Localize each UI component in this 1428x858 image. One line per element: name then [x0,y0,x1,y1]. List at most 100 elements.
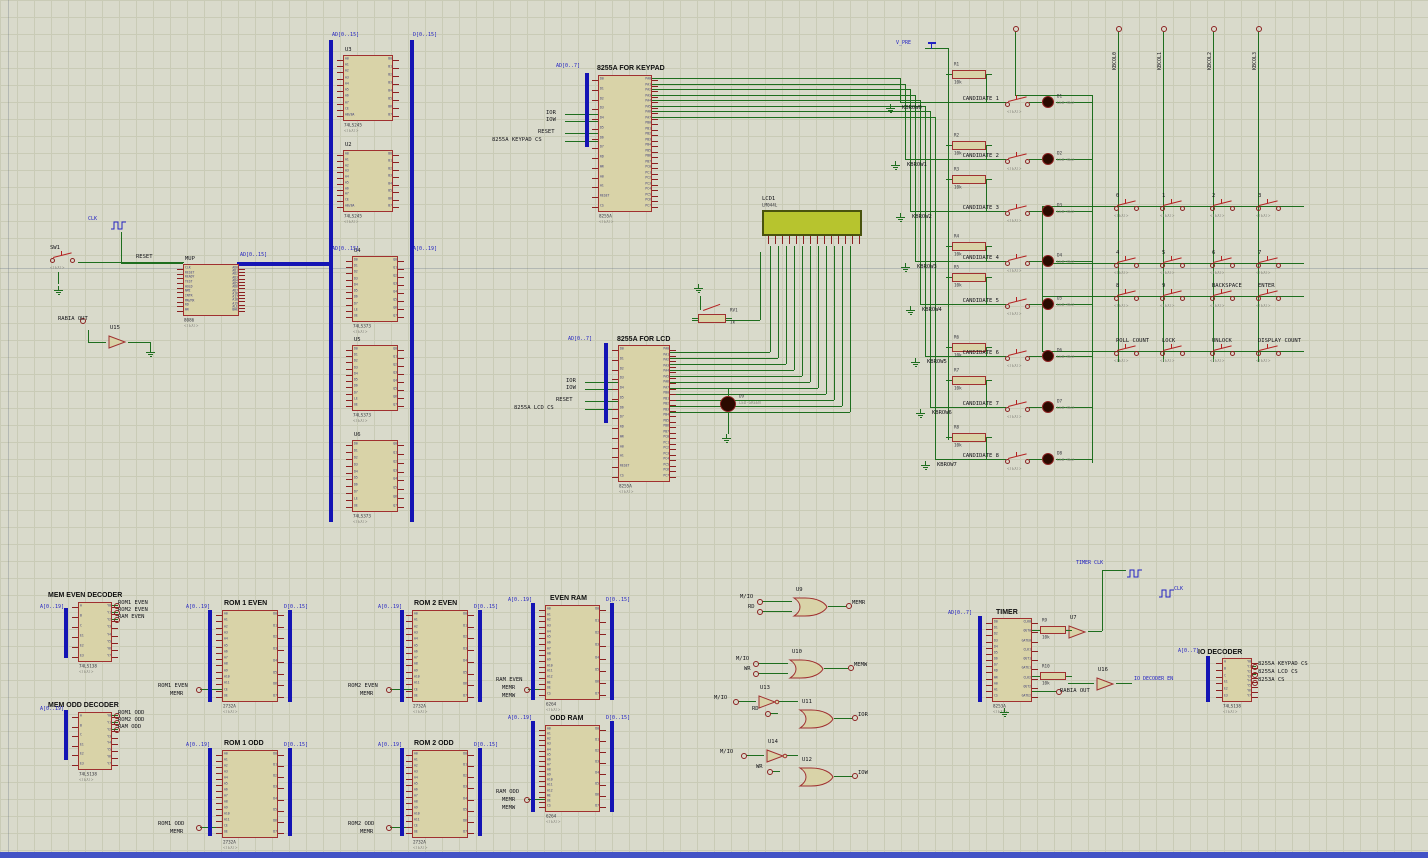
pin-label: CE [224,688,228,692]
led-D3[interactable] [1042,205,1054,217]
led-D5[interactable] [1042,298,1054,310]
clock-icon[interactable] [1126,564,1143,583]
pin-label: Q1 [393,355,397,359]
pin-label: CE [414,824,418,828]
wire [920,100,921,304]
pin-stub [670,394,676,395]
net-label: D[0..15] [606,715,631,721]
wire [670,394,826,395]
gate-U9[interactable] [792,596,828,622]
pin-stub [468,800,474,801]
pin-label: A3 [224,631,228,635]
pin-label: D1 [354,264,358,268]
resistor-R4[interactable] [952,242,986,251]
potentiometer-RV1[interactable] [698,314,726,323]
lcd-pin [831,236,832,244]
resistor-R10[interactable] [1040,672,1066,680]
pin-stub [346,298,352,299]
lcd-display[interactable] [762,210,862,236]
wire [925,356,1006,357]
button-stub [1016,452,1017,456]
pin-stub [539,807,545,808]
pin-stub [670,378,676,379]
resistor-R5[interactable] [952,273,986,282]
led-D4[interactable] [1042,255,1054,267]
pin-label: D1 [354,353,358,357]
led-D7[interactable] [1042,401,1054,413]
pin-label: D5 [463,671,467,675]
pin-stub [539,786,545,787]
pin-stub [216,691,222,692]
section-title: 8255A FOR LCD [617,336,671,343]
led-D1[interactable] [1042,96,1054,108]
pin-stub [406,691,412,692]
gate-U15[interactable] [106,334,130,354]
pin-label: D2 [463,635,467,639]
pin-stub [1252,687,1258,688]
button-stub [1016,152,1017,156]
pin-stub [216,821,222,822]
text-placeholder: <TEXT> [1223,710,1238,715]
net-label: A[0..19] [413,246,438,252]
led-D2[interactable] [1042,153,1054,165]
pin-label: D6 [354,295,358,299]
pin-stub [612,399,618,400]
candidate-label: CANDIDATE 8 [962,453,999,459]
clock-icon[interactable] [1158,584,1175,603]
pin-label: Q4 [393,290,397,294]
resistor-R8[interactable] [952,433,986,442]
bottom-scrollbar[interactable] [0,852,1428,858]
pin-stub [406,797,412,798]
ground-symbol [150,356,152,357]
pin-stub [1032,688,1038,689]
pin-stub [468,638,474,639]
pin-label: D3 [595,760,599,764]
gate-U7[interactable] [1066,624,1090,644]
ground-symbol [58,294,60,295]
pin-label: D5 [273,671,277,675]
pin-stub [393,162,399,163]
pin-stub [468,811,474,812]
pin-stub [406,803,412,804]
pin-stub [393,60,399,61]
resistor-R1[interactable] [952,70,986,79]
wire [585,401,618,402]
resistor-R7[interactable] [952,376,986,385]
resistor-R2[interactable] [952,141,986,150]
ground-symbol [910,314,912,315]
gate-U16[interactable] [1094,676,1118,696]
pin-stub [1252,697,1258,698]
pin-stub [468,833,474,834]
gate-U14[interactable] [764,748,788,768]
text-label: ROM1 ODD [158,821,185,827]
button-terminal [1276,206,1281,211]
led-ref: D9 [739,394,745,400]
pin-label: OE [224,694,228,698]
pin-label: D3 [463,647,467,651]
clock-icon[interactable] [110,216,127,235]
led-ref: D8 [1057,451,1063,457]
text-placeholder: <TEXT> [184,324,199,329]
button-terminal [1276,351,1281,356]
pin-stub [239,298,245,299]
pin-label: PC2 [663,446,669,450]
pin-stub [600,646,606,647]
gate-U11[interactable] [798,708,834,734]
resistor-R3[interactable] [952,175,986,184]
gate-ref: U12 [802,757,812,763]
pin-label: Q0 [393,442,397,446]
gate-U12[interactable] [798,766,834,792]
pin-stub [652,135,658,136]
resistor-R9[interactable] [1040,626,1066,634]
gate-U10[interactable] [788,658,824,684]
power-icon[interactable] [928,42,936,44]
pin-label: D2 [354,456,358,460]
button-stub [1016,400,1017,404]
led-D8[interactable] [1042,453,1054,465]
pin-label: A7 [414,794,418,798]
pin-label: OE [414,694,418,698]
led-D9[interactable] [720,396,736,412]
pin-stub [592,207,598,208]
led-D6[interactable] [1042,350,1054,362]
text-placeholder: <TEXT> [413,710,428,715]
